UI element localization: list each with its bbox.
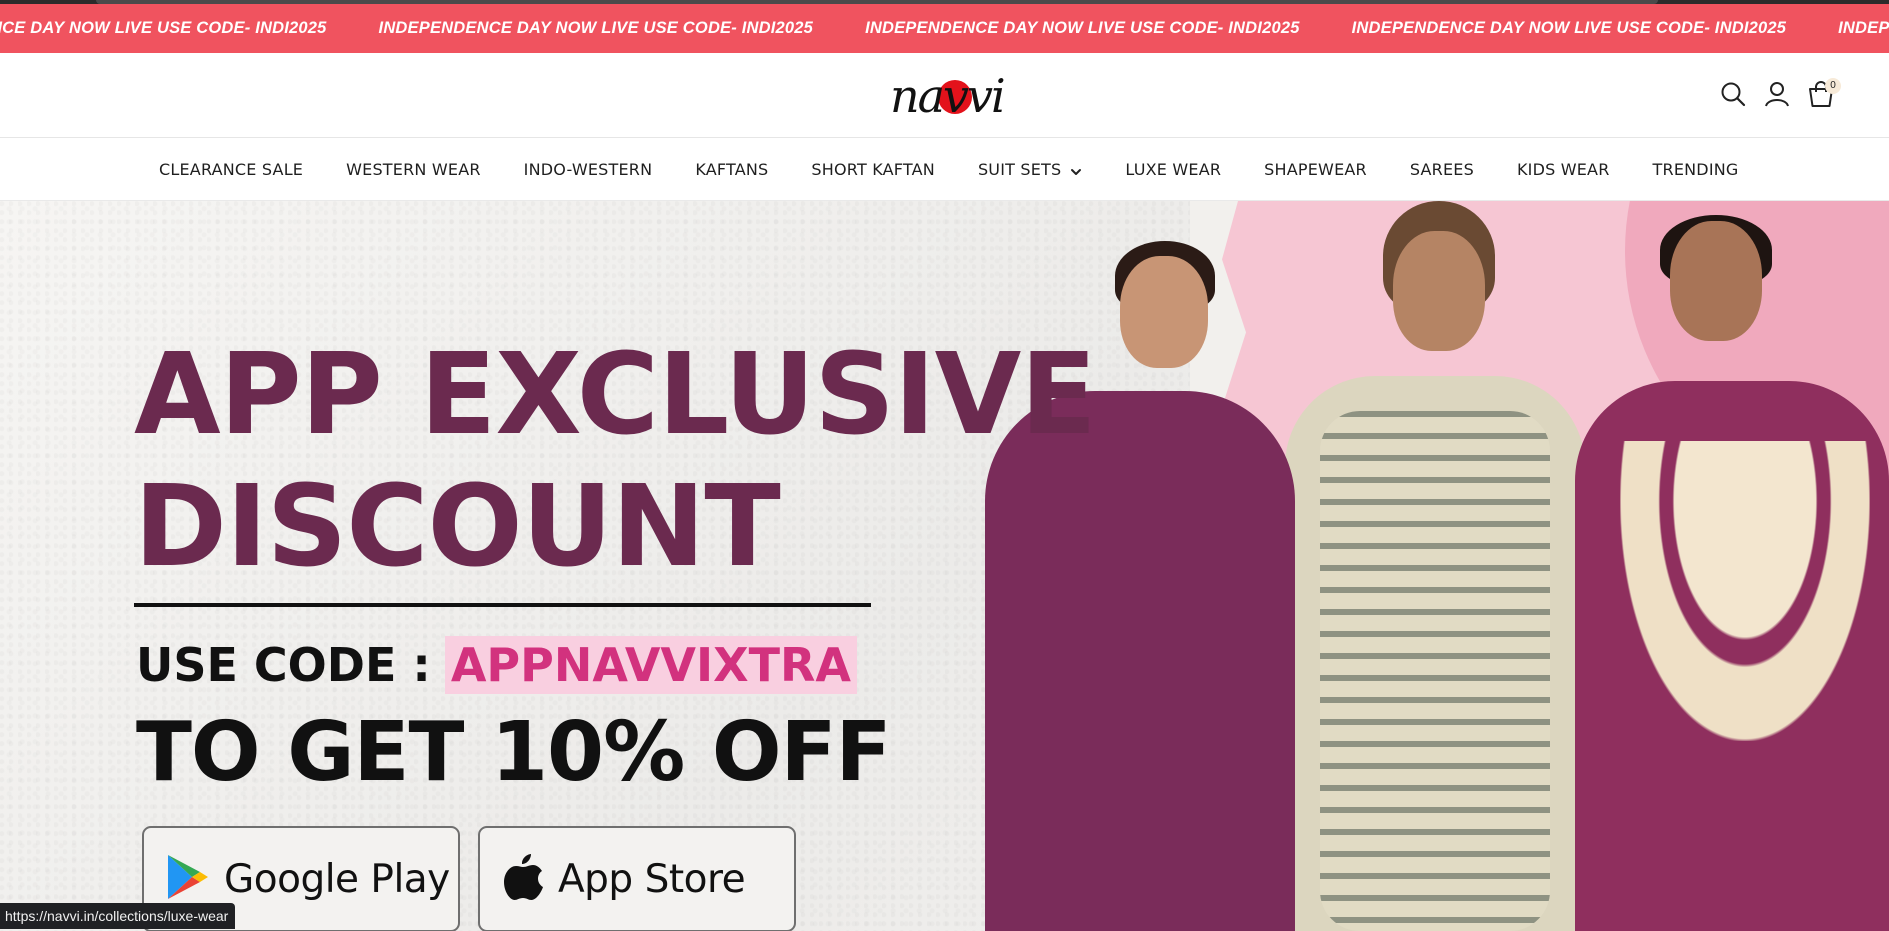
- model-image: [1120, 256, 1208, 368]
- nav-item-shapewear[interactable]: SHAPEWEAR: [1264, 160, 1367, 179]
- nav-item-suit-sets[interactable]: SUIT SETS: [978, 160, 1082, 179]
- model-image: [1320, 411, 1550, 931]
- cart-count-badge: 0: [1825, 78, 1841, 94]
- nav-item-label: SAREES: [1409, 159, 1474, 179]
- nav-item-label: SHAPEWEAR: [1264, 159, 1367, 179]
- nav-item-label: LUXE WEAR: [1125, 159, 1222, 179]
- hero-banner[interactable]: APP EXCLUSIVE DISCOUNT USE CODE : APPNAV…: [0, 201, 1889, 931]
- nav-item-kaftans[interactable]: KAFTANS: [695, 160, 768, 179]
- nav-item-indo-western[interactable]: INDO-WESTERN: [524, 160, 653, 179]
- google-play-icon: [164, 852, 210, 907]
- site-header: navvi 0: [0, 53, 1889, 138]
- announcement-message: INDEPENDENCE DAY NOW LIVE USE CODE- INDI…: [0, 19, 327, 37]
- main-nav: CLEARANCE SALE WESTERN WEAR INDO-WESTERN…: [0, 138, 1889, 201]
- google-play-label: Google Play: [224, 856, 450, 902]
- hero-divider: [134, 603, 871, 607]
- nav-item-luxe-wear[interactable]: LUXE WEAR: [1125, 160, 1221, 179]
- nav-item-label: SUIT SETS: [977, 159, 1062, 179]
- model-image: [1393, 231, 1485, 351]
- nav-item-kids-wear[interactable]: KIDS WEAR: [1517, 160, 1610, 179]
- chevron-down-icon: [1070, 163, 1082, 175]
- nav-item-label: INDO-WESTERN: [523, 159, 653, 179]
- search-icon[interactable]: [1718, 79, 1748, 109]
- nav-item-label: KAFTANS: [695, 159, 769, 179]
- hero-headline: APP EXCLUSIVE DISCOUNT: [134, 329, 1097, 593]
- use-code-label: USE CODE :: [136, 638, 431, 692]
- link-status-bar: https://navvi.in/collections/luxe-wear: [0, 903, 236, 929]
- promo-code: APPNAVVIXTRA: [444, 636, 857, 694]
- nav-item-sarees[interactable]: SAREES: [1410, 160, 1474, 179]
- nav-item-label: SHORT KAFTAN: [811, 159, 935, 179]
- nav-item-label: KIDS WEAR: [1516, 159, 1610, 179]
- model-image: [1670, 221, 1762, 341]
- navvi-logo[interactable]: navvi: [890, 66, 1006, 126]
- nav-item-western-wear[interactable]: WESTERN WEAR: [346, 160, 481, 179]
- use-code-line: USE CODE : APPNAVVIXTRA: [136, 636, 857, 694]
- hero-headline-line1: APP EXCLUSIVE: [134, 330, 1097, 460]
- nav-item-label: CLEARANCE SALE: [159, 159, 304, 179]
- nav-item-label: TRENDING: [1652, 159, 1739, 179]
- nav-item-short-kaftan[interactable]: SHORT KAFTAN: [811, 160, 935, 179]
- apple-icon: [502, 852, 544, 907]
- hero-headline-line2: DISCOUNT: [134, 462, 781, 592]
- logo-wordmark: navvi: [890, 69, 1006, 123]
- model-image: [1620, 441, 1870, 741]
- announcement-message: INDEPENDENCE DAY NOW LIVE USE CODE- INDI…: [1838, 19, 1889, 37]
- account-icon[interactable]: [1762, 79, 1792, 109]
- nav-item-clearance-sale[interactable]: CLEARANCE SALE: [159, 160, 303, 179]
- app-store-label: App Store: [558, 856, 746, 902]
- nav-item-trending[interactable]: TRENDING: [1653, 160, 1739, 179]
- header-icons: [1718, 79, 1836, 109]
- announcement-message: INDEPENDENCE DAY NOW LIVE USE CODE- INDI…: [1351, 19, 1787, 37]
- nav-item-label: WESTERN WEAR: [346, 159, 481, 179]
- announcement-track: INDEPENDENCE DAY NOW LIVE USE CODE- INDI…: [0, 4, 1889, 53]
- announcement-message: INDEPENDENCE DAY NOW LIVE USE CODE- INDI…: [378, 19, 814, 37]
- announcement-message: INDEPENDENCE DAY NOW LIVE USE CODE- INDI…: [865, 19, 1300, 37]
- announcement-bar[interactable]: INDEPENDENCE DAY NOW LIVE USE CODE- INDI…: [0, 4, 1889, 53]
- offer-text: TO GET 10% OFF: [136, 705, 892, 800]
- app-store-button[interactable]: App Store: [478, 826, 796, 931]
